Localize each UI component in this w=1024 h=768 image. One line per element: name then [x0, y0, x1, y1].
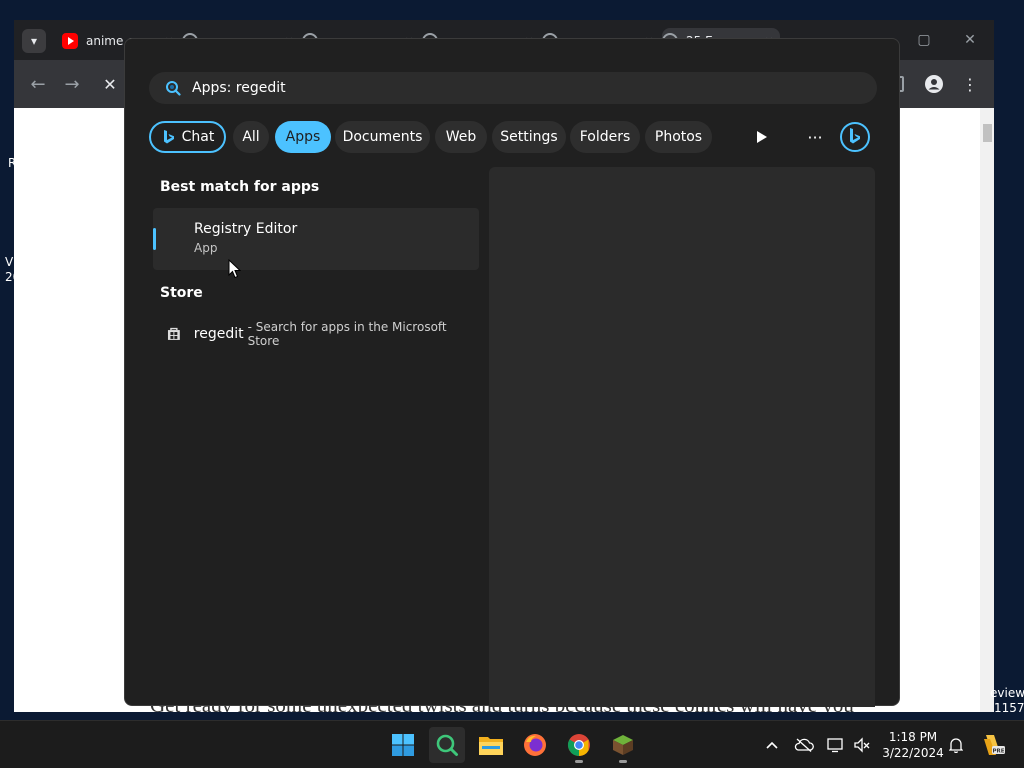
- store-description: - Search for apps in the Microsoft Store: [247, 320, 447, 348]
- tab-search-button[interactable]: ▾: [22, 29, 46, 53]
- filter-label: Documents: [342, 129, 423, 145]
- bing-chat-icon: [161, 129, 177, 145]
- store-search-result[interactable]: regedit - Search for apps in the Microso…: [153, 319, 479, 349]
- clock-time: 1:18 PM: [888, 730, 938, 744]
- clock-date: 3/22/2024: [882, 746, 944, 760]
- filter-label: Photos: [654, 129, 703, 145]
- running-indicator: [575, 760, 583, 763]
- filter-label: Folders: [579, 129, 631, 145]
- search-input[interactable]: Apps: regedit: [149, 72, 877, 104]
- store-heading: Store: [160, 285, 203, 301]
- network-icon[interactable]: [826, 735, 846, 755]
- bing-icon[interactable]: [839, 121, 871, 153]
- copilot-pre-icon[interactable]: PRE: [980, 731, 1006, 757]
- selection-accent: [153, 228, 156, 250]
- more-options-icon[interactable]: ···: [801, 123, 829, 151]
- filter-documents[interactable]: Documents: [335, 121, 430, 153]
- mouse-cursor-icon: [228, 259, 241, 279]
- page-scrollbar[interactable]: [980, 108, 994, 712]
- filter-folders[interactable]: Folders: [570, 121, 640, 153]
- preview-pane: [489, 167, 875, 707]
- chrome-icon[interactable]: [565, 731, 593, 763]
- filter-all[interactable]: All: [233, 121, 269, 153]
- filter-label: Chat: [181, 129, 215, 145]
- best-match-heading: Best match for apps: [160, 179, 320, 195]
- system-clock[interactable]: 1:18 PM 3/22/2024: [880, 729, 946, 761]
- windows-search-panel: Apps: regedit Chat All Apps Documents We…: [124, 38, 900, 707]
- notification-bell-icon[interactable]: [946, 735, 966, 755]
- filter-label: Apps: [285, 129, 321, 145]
- page-text-fragment: 20: [5, 270, 21, 284]
- microsoft-store-icon: [167, 327, 180, 340]
- result-registry-editor[interactable]: Registry Editor App: [153, 208, 479, 270]
- svg-text:PRE: PRE: [992, 748, 1004, 754]
- taskbar: 1:18 PM 3/22/2024 PRE: [0, 720, 1024, 768]
- start-icon[interactable]: [389, 731, 417, 759]
- store-query: regedit: [193, 326, 244, 342]
- filter-photos[interactable]: Photos: [645, 121, 712, 153]
- search-icon: [164, 79, 182, 97]
- youtube-icon: [62, 33, 78, 49]
- menu-kebab-icon[interactable]: ⋮: [958, 72, 982, 96]
- stop-loading-icon[interactable]: ✕: [98, 72, 122, 96]
- page-text-fragment: Vi: [5, 255, 17, 269]
- filter-chat[interactable]: Chat: [149, 121, 226, 153]
- file-explorer-icon[interactable]: [477, 731, 505, 759]
- scroll-thumb[interactable]: [983, 124, 992, 142]
- search-query: Apps: regedit: [192, 80, 286, 96]
- back-icon[interactable]: ←: [26, 72, 50, 96]
- filter-settings[interactable]: Settings: [492, 121, 566, 153]
- show-hidden-icons-chevron-icon[interactable]: [762, 735, 782, 755]
- result-name: Registry Editor: [194, 221, 298, 237]
- filter-label: Web: [445, 129, 477, 145]
- page-text-fragment: 1157: [994, 701, 1024, 715]
- page-text-fragment: eview: [990, 686, 1024, 700]
- profile-icon[interactable]: [922, 72, 946, 96]
- page-text-fragment: R: [8, 156, 17, 170]
- result-type: App: [194, 241, 218, 255]
- volume-muted-icon[interactable]: [852, 735, 872, 755]
- maximize-icon[interactable]: ▢: [912, 28, 936, 52]
- filter-label: Settings: [500, 129, 558, 145]
- firefox-icon[interactable]: [521, 731, 549, 759]
- filter-web[interactable]: Web: [435, 121, 487, 153]
- onedrive-offline-icon[interactable]: [794, 735, 814, 755]
- search-icon[interactable]: [429, 727, 465, 763]
- filter-apps[interactable]: Apps: [275, 121, 331, 153]
- more-filters-play-icon[interactable]: [748, 123, 776, 151]
- filter-label: All: [242, 129, 260, 145]
- running-indicator: [619, 760, 627, 763]
- close-window-icon[interactable]: ✕: [958, 28, 982, 52]
- minecraft-icon[interactable]: [609, 731, 637, 763]
- forward-icon[interactable]: →: [60, 72, 84, 96]
